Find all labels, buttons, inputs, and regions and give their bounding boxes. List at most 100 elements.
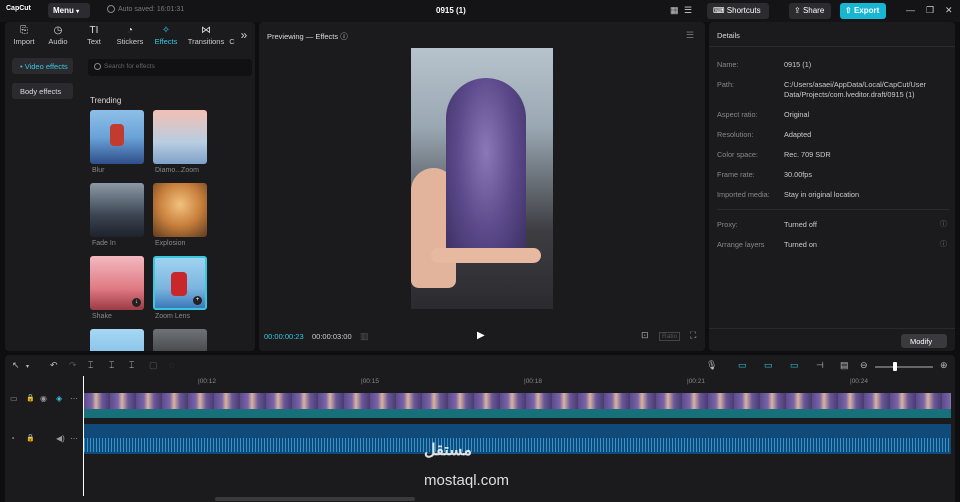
details-title: Details (717, 31, 740, 40)
app-logo: CapCut (6, 5, 31, 12)
tab-label: C (229, 37, 235, 46)
share-button[interactable]: ⇪ Share (789, 3, 831, 19)
zoom-slider-handle[interactable] (893, 362, 897, 371)
effect-thumb-partial[interactable] (90, 329, 144, 351)
tab-label: Effects (154, 37, 178, 46)
info-icon[interactable]: ⓘ (340, 32, 348, 41)
timeline-scrollbar[interactable] (215, 497, 415, 501)
audio-clip[interactable] (84, 424, 951, 454)
effect-thumb-diamond-zoom[interactable] (153, 110, 207, 164)
effect-thumb-explosion[interactable] (153, 183, 207, 237)
tab-stickers[interactable]: ◔ Stickers (113, 25, 147, 46)
shortcuts-button[interactable]: ⌨ Shortcuts (707, 3, 769, 19)
effect-thumb-shake[interactable]: ↓ (90, 256, 144, 310)
shortcuts-label: Shortcuts (726, 6, 761, 15)
download-icon[interactable]: ↓ (132, 298, 141, 307)
share-label: Share (802, 6, 825, 15)
add-icon[interactable]: + (193, 296, 202, 305)
effect-thumb-partial[interactable] (153, 329, 207, 351)
tab-more[interactable]: C (227, 25, 237, 46)
microphone-icon[interactable]: 🎙 (706, 360, 717, 371)
ruler-tick: |00:15 (361, 378, 379, 385)
more-icon[interactable]: ⋯ (70, 434, 78, 443)
tab-more-spacer (227, 25, 237, 37)
caption-icon[interactable]: ▤ (840, 360, 849, 371)
select-tool-icon[interactable]: ↖ (12, 360, 20, 371)
tab-audio[interactable]: ◷ Audio (41, 25, 75, 46)
screenshot-icon[interactable]: ⊡ (641, 330, 649, 341)
eye-icon[interactable]: ◉ (40, 394, 47, 403)
audio-track-icon: ◔ (10, 434, 15, 443)
play-button[interactable]: ▶ (477, 330, 485, 341)
ruler-tick: |00:12 (198, 378, 216, 385)
text-icon: TI (89, 25, 99, 36)
tab-label: Text (87, 37, 101, 46)
redo-icon[interactable]: ↷ (69, 360, 77, 371)
close-icon[interactable]: ✕ (945, 5, 953, 16)
fullscreen-icon[interactable]: ⛶ (690, 330, 696, 341)
align-icon[interactable]: ⊣ (816, 360, 824, 371)
zoom-slider[interactable] (875, 366, 933, 368)
chevron-down-icon[interactable]: ▾ (26, 363, 29, 370)
link-icon[interactable]: ▭ (764, 360, 773, 371)
split-left-icon[interactable]: ⌶ (109, 360, 114, 371)
menu-button[interactable]: Menu ▾ (48, 3, 90, 18)
preview-menu-icon[interactable]: ☰ (686, 30, 694, 41)
ruler-tick: |00:18 (524, 378, 542, 385)
expand-tabs-icon[interactable]: » (237, 28, 251, 42)
zoom-in-icon[interactable]: ⊕ (940, 360, 948, 371)
ruler-tick: |00:21 (687, 378, 705, 385)
capcut-window: CapCut Menu ▾ Auto saved: 16:01:31 0915 … (0, 0, 960, 502)
detail-key: Resolution: (717, 130, 754, 139)
maximize-icon[interactable]: ❐ (926, 5, 934, 16)
help-icon[interactable]: ⓘ (940, 219, 947, 229)
detail-key: Color space: (717, 150, 758, 159)
tab-effects[interactable]: ✧ Effects (149, 25, 183, 46)
magnet-icon[interactable]: ▭ (738, 360, 747, 371)
detail-key: Frame rate: (717, 170, 755, 179)
cover-icon[interactable]: ◈ (56, 394, 62, 403)
undo-icon[interactable]: ↶ (50, 360, 58, 371)
project-title: 0915 (1) (436, 6, 466, 15)
effect-thumb-zoom-lens[interactable]: + (153, 256, 207, 310)
split-icon[interactable]: ⌶ (88, 360, 93, 371)
playhead[interactable] (83, 376, 84, 496)
divider (709, 328, 955, 329)
stickers-icon: ◔ (126, 25, 134, 36)
audio-waveform (84, 438, 951, 452)
tab-import[interactable]: ⎘ Import (7, 25, 41, 46)
list-icon[interactable]: ☰ (684, 5, 692, 16)
volume-icon[interactable]: ◀) (56, 434, 65, 443)
video-clip[interactable] (84, 393, 951, 418)
timeline-grid-icon[interactable]: ▥ (360, 331, 369, 342)
effect-thumb-fade-in[interactable] (90, 183, 144, 237)
preview-axis-icon[interactable]: ▭ (790, 360, 799, 371)
lock-icon[interactable]: 🔒 (26, 434, 35, 442)
detail-value: Original (784, 110, 810, 119)
delete-icon[interactable]: ▢ (149, 360, 158, 371)
split-right-icon[interactable]: ⌶ (129, 360, 134, 371)
detail-value: C:/Users/asaei/AppData/Local/CapCut/User… (784, 80, 926, 99)
more-icon[interactable]: ⋯ (70, 394, 78, 403)
ratio-button[interactable]: Ratio (659, 332, 681, 341)
detail-value: 30.00fps (784, 170, 812, 179)
tab-text[interactable]: TI Text (77, 25, 111, 46)
layout-icon[interactable]: ▦ (670, 5, 679, 16)
export-button[interactable]: ⇧ Export (840, 3, 886, 19)
current-time: 00:00:00:23 (264, 332, 304, 341)
lock-icon[interactable]: 🔒 (26, 394, 35, 402)
category-video-effects[interactable]: • Video effects (12, 58, 73, 74)
thumb-figure (171, 272, 187, 296)
autosave-icon (107, 5, 115, 13)
category-body-effects[interactable]: Body effects (12, 83, 73, 99)
zoom-out-icon[interactable]: ⊖ (860, 360, 868, 371)
effect-thumb-blur[interactable] (90, 110, 144, 164)
search-input[interactable]: Search for effects (88, 59, 252, 76)
minimize-icon[interactable]: — (906, 5, 915, 15)
tab-transitions[interactable]: ⋈ Transitions (185, 25, 227, 46)
trending-heading: Trending (90, 96, 122, 105)
shield-icon[interactable]: ◌ (169, 360, 174, 370)
help-icon[interactable]: ⓘ (940, 239, 947, 249)
modify-button[interactable]: Modify (901, 334, 947, 348)
effect-label: Zoom Lens (155, 313, 191, 320)
